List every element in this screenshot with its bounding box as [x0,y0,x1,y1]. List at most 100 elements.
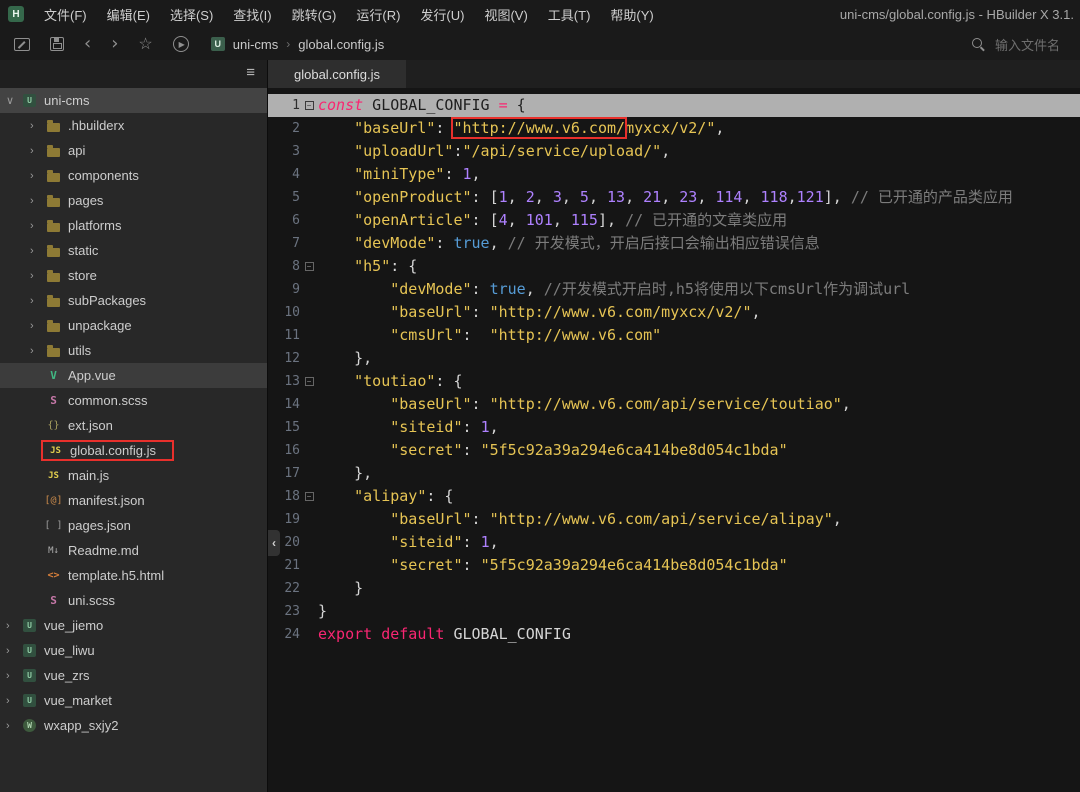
tree-item-label: App.vue [68,368,116,383]
code-line[interactable]: 9 "devMode": true, //开发模式开启时,h5将使用以下cmsU… [268,278,1080,301]
chevron-right-icon[interactable]: › [30,345,46,357]
tree-item-app-vue[interactable]: VApp.vue [0,363,267,388]
code-line-current[interactable]: 1−const GLOBAL_CONFIG = { [268,94,1080,117]
tree-item-template-h5-html[interactable]: <>template.h5.html [0,563,267,588]
tree-item-api[interactable]: ›api [0,138,267,163]
tree-item-global-config-js[interactable]: JSglobal.config.js [0,438,267,463]
fold-marker-icon[interactable]: − [300,94,318,117]
code-line[interactable]: 23} [268,600,1080,623]
tree-item-vue-liwu[interactable]: ›Uvue_liwu [0,638,267,663]
tree-item-uni-scss[interactable]: Suni.scss [0,588,267,613]
menu-item-view[interactable]: 视图(V) [474,0,537,28]
tree-item-wxapp-sxjy2[interactable]: ›Wwxapp_sxjy2 [0,713,267,738]
tree-item-utils[interactable]: ›utils [0,338,267,363]
chevron-right-icon[interactable]: › [30,145,46,157]
code-line[interactable]: 11 "cmsUrl": "http://www.v6.com" [268,324,1080,347]
code-text: "baseUrl": "http://www.v6.com/api/servic… [318,508,842,531]
chevron-right-icon[interactable]: › [6,720,22,732]
code-line[interactable]: 15 "siteid": 1, [268,416,1080,439]
code-line[interactable]: 10 "baseUrl": "http://www.v6.com/myxcx/v… [268,301,1080,324]
code-line[interactable]: 5 "openProduct": [1, 2, 3, 5, 13, 21, 23… [268,186,1080,209]
code-line[interactable]: 2 "baseUrl": "http://www.v6.com/myxcx/v2… [268,117,1080,140]
forward-icon[interactable]: › [111,35,118,53]
code-line[interactable]: 20 "siteid": 1, [268,531,1080,554]
code-line[interactable]: 22 } [268,577,1080,600]
chevron-right-icon[interactable]: › [30,245,46,257]
tree-item-vue-zrs[interactable]: ›Uvue_zrs [0,663,267,688]
code-line[interactable]: 7 "devMode": true, // 开发模式，开启后接口会输出相应错误信… [268,232,1080,255]
tree-item-pages-json[interactable]: [ ]pages.json [0,513,267,538]
tree-item-manifest-json[interactable]: [@]manifest.json [0,488,267,513]
chevron-right-icon[interactable]: › [6,695,22,707]
chevron-right-icon[interactable]: › [30,220,46,232]
fold-marker-icon[interactable]: − [300,485,318,508]
menu-item-help[interactable]: 帮助(Y) [600,0,663,28]
chevron-right-icon[interactable]: › [6,620,22,632]
tree-item-label: main.js [68,468,109,483]
tree-item-main-js[interactable]: JSmain.js [0,463,267,488]
code-line[interactable]: 14 "baseUrl": "http://www.v6.com/api/ser… [268,393,1080,416]
tab-global-config-js[interactable]: global.config.js [268,60,406,88]
code-line[interactable]: 3 "uploadUrl":"/api/service/upload/", [268,140,1080,163]
tree-item-uni-cms[interactable]: ∨Uuni-cms [0,88,267,113]
code-line[interactable]: 4 "miniType": 1, [268,163,1080,186]
tree-item--hbuilderx[interactable]: ›.hbuilderx [0,113,267,138]
run-icon[interactable]: ▶ [173,36,189,52]
favorite-icon[interactable]: ☆ [138,34,152,54]
tree-item-store[interactable]: ›store [0,263,267,288]
fold-spacer [300,324,318,347]
tree-item-platforms[interactable]: ›platforms [0,213,267,238]
menu-item-edit[interactable]: 编辑(E) [97,0,160,28]
tree-item-ext-json[interactable]: {}ext.json [0,413,267,438]
save-icon[interactable] [50,37,64,51]
chevron-right-icon[interactable]: › [30,170,46,182]
sidebar-collapse-handle[interactable]: ‹ [268,530,280,556]
chevron-right-icon[interactable]: › [30,195,46,207]
fold-marker-icon[interactable]: − [300,255,318,278]
tree-item-subpackages[interactable]: ›subPackages [0,288,267,313]
tree-item-static[interactable]: › static [0,238,267,263]
tree-item-components[interactable]: ›components [0,163,267,188]
chevron-right-icon[interactable]: › [30,270,46,282]
chevron-right-icon[interactable]: › [30,320,46,332]
tree-item-common-scss[interactable]: Scommon.scss [0,388,267,413]
breadcrumb-file[interactable]: global.config.js [298,37,384,52]
code-line[interactable]: 8− "h5": { [268,255,1080,278]
chevron-right-icon[interactable]: › [6,645,22,657]
code-line[interactable]: 16 "secret": "5f5c92a39a294e6ca414be8d05… [268,439,1080,462]
open-file-icon[interactable] [14,38,30,51]
menu-item-publish[interactable]: 发行(U) [410,0,474,28]
tree-item-pages[interactable]: ›pages [0,188,267,213]
fold-spacer [300,623,318,646]
chevron-right-icon[interactable]: › [30,120,46,132]
menu-item-file[interactable]: 文件(F) [34,0,97,28]
menu-item-goto[interactable]: 跳转(G) [282,0,347,28]
menu-item-find[interactable]: 查找(I) [223,0,281,28]
code-text: "siteid": 1, [318,416,499,439]
fold-marker-icon[interactable]: − [300,370,318,393]
code-line[interactable]: 6 "openArticle": [4, 101, 115], // 已开通的文… [268,209,1080,232]
code-line[interactable]: 24export default GLOBAL_CONFIG [268,623,1080,646]
menu-item-select[interactable]: 选择(S) [160,0,223,28]
file-search[interactable]: 输入文件名 [971,35,1060,54]
code-line[interactable]: 13− "toutiao": { [268,370,1080,393]
code-line[interactable]: 21 "secret": "5f5c92a39a294e6ca414be8d05… [268,554,1080,577]
menu-item-run[interactable]: 运行(R) [346,0,410,28]
code-editor[interactable]: 1−const GLOBAL_CONFIG = {2 "baseUrl": "h… [268,88,1080,792]
menu-item-tools[interactable]: 工具(T) [538,0,601,28]
chevron-down-icon[interactable]: ∨ [6,94,22,107]
code-line[interactable]: 19 "baseUrl": "http://www.v6.com/api/ser… [268,508,1080,531]
tree-item-unpackage[interactable]: ›unpackage [0,313,267,338]
code-line[interactable]: 12 }, [268,347,1080,370]
chevron-right-icon[interactable]: › [6,670,22,682]
hamburger-menu-icon[interactable]: ≡ [246,64,255,81]
breadcrumb-project[interactable]: uni-cms [233,37,279,52]
tree-item-vue-market[interactable]: ›Uvue_market [0,688,267,713]
tree-item-readme-md[interactable]: M↓Readme.md [0,538,267,563]
tree-item-label: static [68,243,98,258]
back-icon[interactable]: ‹ [84,35,91,53]
chevron-right-icon[interactable]: › [30,295,46,307]
code-line[interactable]: 18− "alipay": { [268,485,1080,508]
code-line[interactable]: 17 }, [268,462,1080,485]
tree-item-vue-jiemo[interactable]: ›Uvue_jiemo [0,613,267,638]
